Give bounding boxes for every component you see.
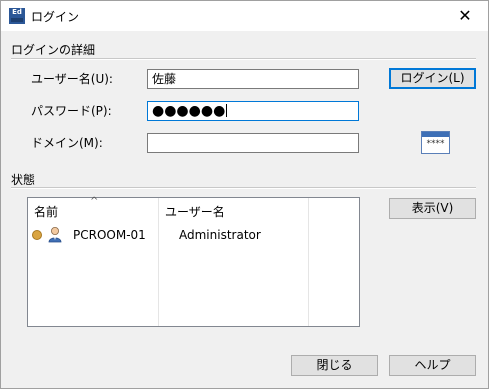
domain-input[interactable] bbox=[147, 133, 359, 153]
column-divider bbox=[158, 198, 159, 326]
status-separator bbox=[11, 187, 476, 189]
password-label: パスワード(P): bbox=[31, 104, 112, 118]
app-icon: Ed bbox=[9, 8, 25, 24]
column-divider bbox=[308, 198, 309, 326]
app-icon-bar bbox=[11, 18, 23, 22]
close-icon[interactable]: ✕ bbox=[442, 1, 488, 31]
login-button[interactable]: ログイン(L) bbox=[389, 68, 476, 89]
keypad-icon-stars: **** bbox=[426, 139, 445, 149]
list-item[interactable]: PCROOM-01 Administrator bbox=[28, 225, 359, 245]
password-input[interactable]: ●●●●●● bbox=[147, 101, 359, 121]
app-icon-label: Ed bbox=[12, 8, 22, 16]
user-icon bbox=[48, 227, 62, 243]
column-header-username[interactable]: ユーザー名 bbox=[165, 198, 225, 222]
show-button[interactable]: 表示(V) bbox=[389, 198, 476, 219]
sort-ascending-icon: ^ bbox=[90, 196, 99, 207]
login-details-separator bbox=[11, 58, 476, 60]
status-heading: 状態 bbox=[11, 173, 36, 187]
row-username: Administrator bbox=[179, 228, 261, 242]
username-label: ユーザー名(U): bbox=[31, 72, 113, 86]
window-title: ログイン bbox=[31, 10, 80, 24]
username-input[interactable]: 佐藤 bbox=[147, 69, 359, 89]
close-button[interactable]: 閉じる bbox=[291, 355, 378, 376]
password-mask: ●●●●●● bbox=[152, 103, 226, 119]
login-details-heading: ログインの詳細 bbox=[11, 43, 96, 57]
domain-label: ドメイン(M): bbox=[31, 136, 103, 150]
login-dialog: Ed ログイン ✕ ログインの詳細 ユーザー名(U): 佐藤 パスワード(P):… bbox=[0, 0, 489, 389]
keypad-icon[interactable]: **** bbox=[421, 131, 450, 154]
session-list[interactable]: ^ 名前 ユーザー名 PCROOM-01 Administrator bbox=[27, 196, 360, 327]
row-name: PCROOM-01 bbox=[73, 228, 146, 242]
column-header-name[interactable]: 名前 bbox=[34, 198, 58, 222]
text-caret bbox=[226, 104, 228, 117]
help-button[interactable]: ヘルプ bbox=[389, 355, 476, 376]
title-bar: Ed ログイン ✕ bbox=[1, 1, 488, 31]
status-indicator-icon bbox=[32, 230, 42, 240]
